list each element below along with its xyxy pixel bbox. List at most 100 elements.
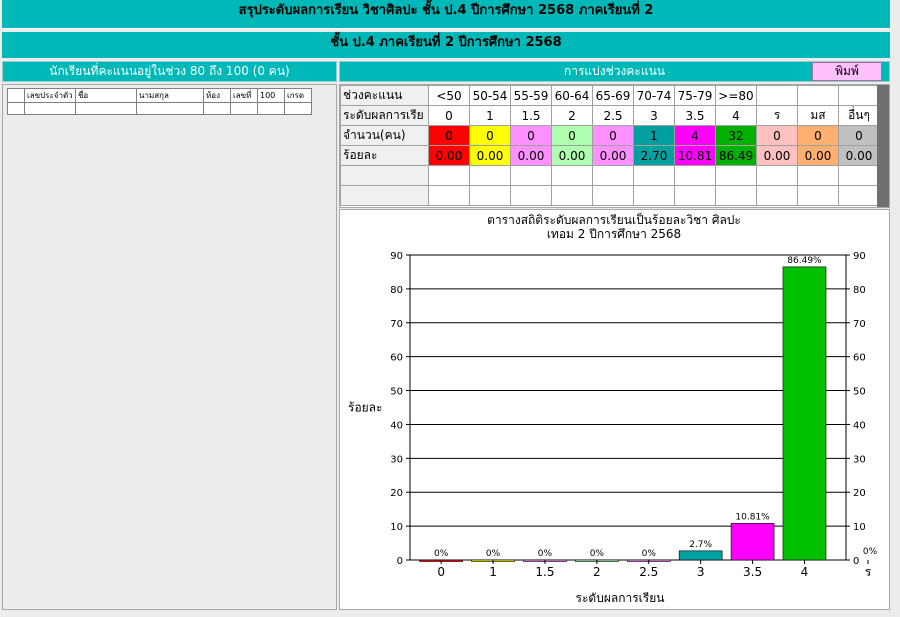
percent-row-cell[interactable]: 0.00 <box>510 145 552 166</box>
blank-cell[interactable] <box>797 185 839 206</box>
x-tick-label: 2.5 <box>639 565 658 579</box>
blank-cell[interactable] <box>715 185 757 206</box>
col-number: เลขที่ <box>230 88 258 103</box>
cell[interactable] <box>136 102 204 115</box>
grade-row-cell[interactable]: 3.5 <box>674 105 716 126</box>
count-row-cell[interactable]: 0 <box>756 125 798 146</box>
count-row-cell[interactable]: 0 <box>551 125 593 146</box>
bar-value-label: 0% <box>486 549 501 559</box>
blank-cell[interactable] <box>633 165 675 186</box>
y2-tick-label: 30 <box>853 454 866 465</box>
percent-row-cell[interactable]: 0.00 <box>592 145 634 166</box>
cell[interactable] <box>203 102 231 115</box>
grade-row-cell[interactable]: 2 <box>551 105 593 126</box>
grade-row-cell[interactable]: 3 <box>633 105 675 126</box>
blank-cell[interactable] <box>633 185 675 206</box>
table-row[interactable] <box>7 102 312 115</box>
count-row-cell[interactable]: 0 <box>797 125 839 146</box>
col-first-name: ชื่อ <box>75 88 137 103</box>
grade-row-cell[interactable]: มส <box>797 105 839 126</box>
y-tick-label: 60 <box>390 353 403 364</box>
percent-row-cell[interactable]: 0.00 <box>428 145 470 166</box>
range-row-cell[interactable] <box>797 85 839 106</box>
grade-row-cell[interactable]: 1.5 <box>510 105 552 126</box>
grid-scrollbar[interactable] <box>877 85 889 207</box>
count-row-cell[interactable]: 4 <box>674 125 716 146</box>
blank-cell[interactable] <box>756 165 798 186</box>
percent-row-cell[interactable]: 0.00 <box>756 145 798 166</box>
percent-row-cell[interactable]: 0.00 <box>838 145 880 166</box>
blank-cell[interactable] <box>838 185 880 206</box>
range-row-cell[interactable]: 60-64 <box>551 85 593 106</box>
blank-cell[interactable] <box>715 165 757 186</box>
blank-cell[interactable] <box>551 165 593 186</box>
chart-subtitle: เทอม 2 ปีการศึกษา 2568 <box>547 227 681 241</box>
blank-cell[interactable] <box>551 185 593 206</box>
bar-3.5 <box>730 523 775 561</box>
blank-cell[interactable] <box>592 165 634 186</box>
range-row-cell[interactable]: 75-79 <box>674 85 716 106</box>
range-row-cell[interactable]: >=80 <box>715 85 757 106</box>
row-indicator <box>7 102 25 115</box>
row-label: ร้อยละ <box>340 145 429 166</box>
count-row-cell[interactable]: 1 <box>633 125 675 146</box>
range-row-cell[interactable]: <50 <box>428 85 470 106</box>
y2-tick-label: 70 <box>853 319 866 330</box>
stats-table[interactable]: ช่วงคะแนน <50 50-54 55-59 60-64 65-69 70-74 75-… <box>340 85 880 206</box>
grade-row-cell[interactable]: 2.5 <box>592 105 634 126</box>
blank-cell[interactable] <box>797 165 839 186</box>
cell[interactable] <box>230 102 258 115</box>
blank-cell[interactable] <box>674 165 716 186</box>
grade-row-cell[interactable]: อื่นๆ <box>838 105 880 126</box>
range-row-cell[interactable]: 70-74 <box>633 85 675 106</box>
x-axis-label: ระดับผลการเรียน <box>576 591 665 605</box>
blank-cell[interactable] <box>756 185 798 206</box>
range-row-cell[interactable] <box>756 85 798 106</box>
range-row-cell[interactable]: 65-69 <box>592 85 634 106</box>
blank-cell[interactable] <box>340 185 429 206</box>
student-list-header: นักเรียนที่คะแนนอยู่ในช่วง 80 ถึง 100 (0… <box>2 61 337 82</box>
y2-tick-label: 20 <box>853 488 866 499</box>
score-range-grid[interactable]: ช่วงคะแนน <50 50-54 55-59 60-64 65-69 70-74 75-… <box>339 84 890 208</box>
percent-row-cell[interactable]: 86.49 <box>715 145 757 166</box>
y-tick-label: 90 <box>390 251 403 262</box>
blank-cell[interactable] <box>592 185 634 206</box>
grade-row-cell[interactable]: 0 <box>428 105 470 126</box>
count-row-cell[interactable]: 0 <box>592 125 634 146</box>
count-row-cell[interactable]: 0 <box>838 125 880 146</box>
student-grid-header-row: เลขประจำตัว ชื่อ นามสกุล ห้อง เลขที่ 100… <box>7 88 312 103</box>
blank-cell[interactable] <box>510 185 552 206</box>
grade-row-cell[interactable]: 1 <box>469 105 511 126</box>
blank-cell[interactable] <box>838 165 880 186</box>
count-row-cell[interactable]: 0 <box>469 125 511 146</box>
percent-row-cell[interactable]: 0.00 <box>551 145 593 166</box>
cell[interactable] <box>75 102 137 115</box>
grade-row-cell[interactable]: 4 <box>715 105 757 126</box>
grade-row-cell[interactable]: ร <box>756 105 798 126</box>
blank-cell[interactable] <box>340 165 429 186</box>
percent-row-cell[interactable]: 2.70 <box>633 145 675 166</box>
blank-cell[interactable] <box>469 185 511 206</box>
cell[interactable] <box>257 102 285 115</box>
count-row-cell[interactable]: 0 <box>428 125 470 146</box>
percent-row-cell[interactable]: 0.00 <box>797 145 839 166</box>
row-label: ระดับผลการเรีย <box>340 105 429 126</box>
range-row-cell[interactable] <box>838 85 880 106</box>
student-grid[interactable]: เลขประจำตัว ชื่อ นามสกุล ห้อง เลขที่ 100… <box>7 88 312 115</box>
blank-cell[interactable] <box>510 165 552 186</box>
percent-row-cell[interactable]: 0.00 <box>469 145 511 166</box>
percent-row-cell[interactable]: 10.81 <box>674 145 716 166</box>
count-row-cell[interactable]: 0 <box>510 125 552 146</box>
blank-cell[interactable] <box>428 165 470 186</box>
bar-value-label: 0% <box>538 549 553 559</box>
blank-cell[interactable] <box>428 185 470 206</box>
count-row-cell[interactable]: 32 <box>715 125 757 146</box>
cell[interactable] <box>24 102 76 115</box>
range-row-cell[interactable]: 50-54 <box>469 85 511 106</box>
blank-cell[interactable] <box>469 165 511 186</box>
print-button[interactable]: พิมพ์ <box>812 62 882 81</box>
blank-cell[interactable] <box>674 185 716 206</box>
cell[interactable] <box>284 102 312 115</box>
bar-value-label: 0% <box>863 547 878 557</box>
range-row-cell[interactable]: 55-59 <box>510 85 552 106</box>
